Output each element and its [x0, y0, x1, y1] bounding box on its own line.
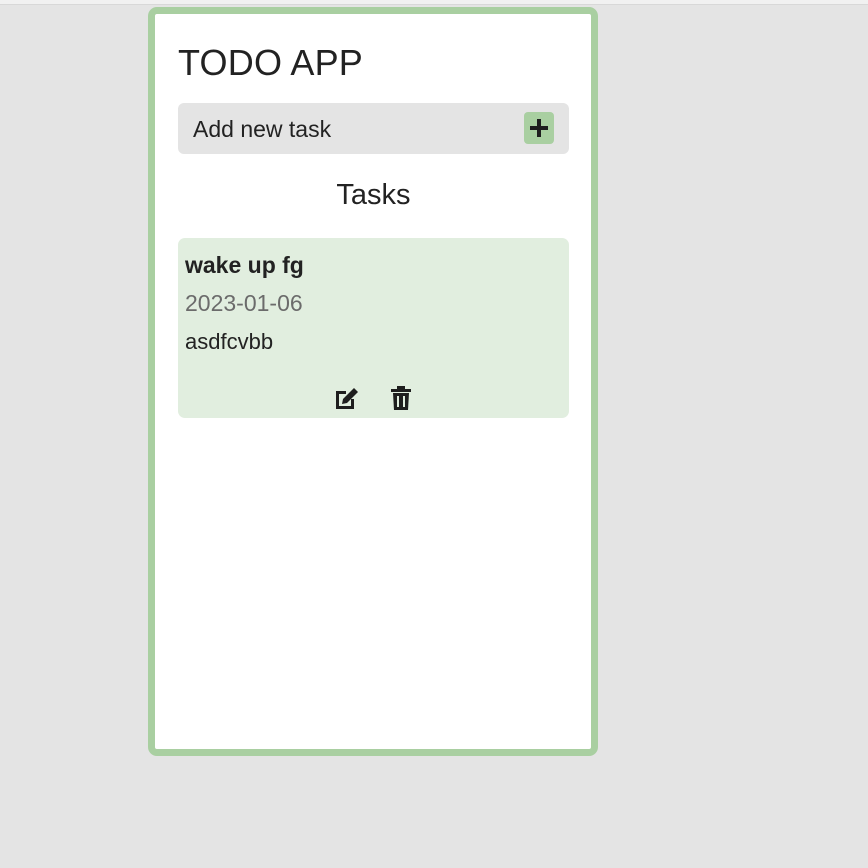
add-task-button[interactable] — [524, 112, 554, 144]
add-task-bar[interactable]: Add new task — [178, 103, 569, 154]
task-date: 2023-01-06 — [185, 290, 303, 316]
todo-app-panel: TODO APP Add new task Tasks wake up fg 2… — [148, 7, 598, 756]
delete-task-button[interactable] — [386, 383, 416, 413]
tasks-heading: Tasks — [336, 179, 411, 211]
task-description: asdfcvbb — [185, 329, 274, 354]
browser-top-edge — [0, 0, 868, 5]
plus-icon — [530, 119, 548, 137]
app-title: TODO APP — [178, 42, 363, 83]
task-title: wake up fg — [185, 252, 304, 278]
add-task-label: Add new task — [193, 116, 332, 142]
task-card: wake up fg 2023-01-06 asdfcvbb — [178, 238, 569, 418]
edit-icon — [336, 388, 358, 409]
edit-task-button[interactable] — [332, 383, 362, 413]
trash-icon — [391, 386, 411, 410]
